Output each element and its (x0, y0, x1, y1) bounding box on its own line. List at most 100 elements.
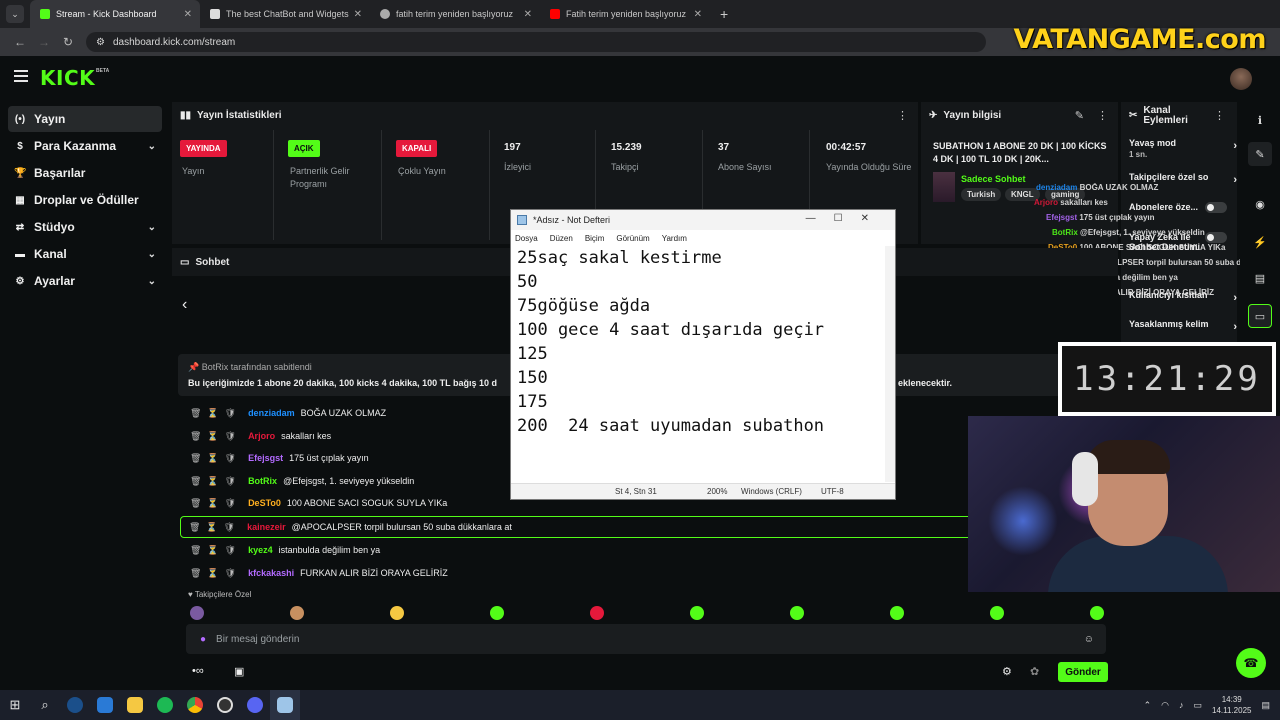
close-tab-icon[interactable]: ✕ (524, 9, 532, 20)
category-name[interactable]: Sadece Sohbet (961, 174, 1026, 184)
menu-item-dosya[interactable]: Dosya (515, 234, 538, 243)
chat-username[interactable]: DeSTo0 (248, 498, 281, 508)
chat-username[interactable]: Arjoro (248, 431, 275, 441)
steam-icon[interactable] (60, 690, 90, 720)
kick-logo[interactable]: KICK (40, 66, 95, 90)
action-banned-words[interactable]: Yasaklanmış kelim › (1129, 319, 1237, 333)
notepad-taskbar-icon[interactable] (270, 690, 300, 720)
battery-icon[interactable]: ▭ (1194, 700, 1203, 711)
emote-icon[interactable] (890, 606, 904, 620)
notification-icon[interactable]: ▤ (1261, 700, 1270, 711)
settings-icon[interactable]: ⚙ (1002, 665, 1012, 678)
action-slow-mode[interactable]: Yavaş mod 1 sn. › (1129, 138, 1237, 159)
taskbar-clock[interactable]: 14:39 14.11.2025 (1212, 694, 1251, 716)
browser-tab-3[interactable]: Fatih terim yeniden başlıyoruz ✕ (540, 0, 710, 28)
user-avatar[interactable] (1230, 68, 1252, 90)
message-tools[interactable]: 🗑⏳🛡 (190, 476, 242, 487)
close-tab-icon[interactable]: ✕ (354, 9, 362, 20)
message-tools[interactable]: 🗑⏳🛡 (190, 453, 242, 464)
extension-icon[interactable]: ✿ (1030, 665, 1039, 678)
emote-icon[interactable] (990, 606, 1004, 620)
sidebar-item-para-kazanma[interactable]: $ Para Kazanma ⌄ (8, 133, 162, 159)
close-tab-icon[interactable]: ✕ (184, 9, 192, 20)
message-tools[interactable]: 🗑⏳🛡 (189, 522, 241, 533)
menu-item-yardim[interactable]: Yardım (662, 234, 687, 243)
emoji-icon[interactable]: ☺ (1084, 634, 1094, 645)
edit-icon[interactable]: ✎ (1075, 109, 1084, 122)
info-icon[interactable]: ℹ (1248, 108, 1272, 132)
kicks-icon[interactable]: •∞ (192, 665, 204, 677)
support-chat-icon[interactable]: ☎ (1236, 648, 1266, 678)
wifi-icon[interactable]: ◠ (1161, 700, 1169, 711)
browser-tab-0[interactable]: Stream - Kick Dashboard ✕ (30, 0, 200, 28)
emote-icon[interactable] (790, 606, 804, 620)
record-icon[interactable]: ◉ (1248, 192, 1272, 216)
volume-icon[interactable]: ♪ (1179, 700, 1184, 710)
chat-username[interactable]: Efejsgst (248, 453, 283, 463)
chat-username[interactable]: BotRix (248, 476, 277, 486)
back-icon[interactable]: ← (8, 35, 32, 49)
reload-icon[interactable]: ↻ (56, 35, 80, 49)
microphone-icon[interactable]: ● (200, 634, 206, 645)
edit-icon[interactable]: ✎ (1248, 142, 1272, 166)
discord-icon[interactable] (240, 690, 270, 720)
emote-icon[interactable] (490, 606, 504, 620)
chevron-up-icon[interactable]: ⌃ (1144, 700, 1152, 711)
message-tools[interactable]: 🗑⏳🛡 (190, 498, 242, 509)
url-input[interactable]: ⚙ dashboard.kick.com/stream (86, 32, 986, 52)
more-options-icon[interactable]: ⋮ (1097, 109, 1108, 122)
chrome-icon[interactable] (180, 690, 210, 720)
spotify-icon[interactable] (150, 690, 180, 720)
windows-start-icon[interactable]: ⊞ (0, 690, 30, 720)
menu-item-duzen[interactable]: Düzen (550, 234, 573, 243)
search-icon[interactable]: ⌕ (30, 690, 60, 720)
more-options-icon[interactable]: ⋮ (897, 109, 908, 122)
store-app-icon[interactable] (90, 690, 120, 720)
emote-icon[interactable] (1090, 606, 1104, 620)
message-tools[interactable]: 🗑⏳🛡 (190, 408, 242, 419)
emote-icon[interactable] (690, 606, 704, 620)
message-tools[interactable]: 🗑⏳🛡 (190, 568, 242, 579)
window-controls[interactable]: —☐✕ (806, 213, 887, 224)
chat-username[interactable]: kfckakashi (248, 568, 294, 578)
chat-message-input[interactable]: ● Bir mesaj gönderin ☺ (186, 624, 1106, 654)
menu-item-bicim[interactable]: Biçim (585, 234, 605, 243)
site-info-icon[interactable]: ⚙ (96, 37, 105, 48)
emote-icon[interactable] (390, 606, 404, 620)
send-button[interactable]: Gönder (1058, 662, 1108, 682)
chat-username[interactable]: kyez4 (248, 545, 273, 555)
message-tools[interactable]: 🗑⏳🛡 (190, 431, 242, 442)
menu-item-gorunum[interactable]: Görünüm (616, 234, 649, 243)
new-tab-button[interactable]: + (720, 6, 728, 22)
emote-icon[interactable] (290, 606, 304, 620)
sidebar-item-ayarlar[interactable]: ⚙ Ayarlar ⌄ (8, 268, 162, 294)
sidebar-item-basarilar[interactable]: 🏆 Başarılar (8, 160, 162, 186)
emote-icon[interactable] (190, 606, 204, 620)
tab-list-icon[interactable]: ⌄ (6, 5, 24, 23)
chat-username[interactable]: denziadam (248, 408, 295, 418)
vertical-scrollbar[interactable] (885, 246, 895, 482)
emote-icon[interactable] (590, 606, 604, 620)
notepad-text-area[interactable]: 25saç sakal kestirme 50 75göğüse ağda 10… (517, 246, 883, 476)
notepad-titlebar[interactable]: *Adsız - Not Defteri —☐✕ (511, 210, 895, 230)
bolt-icon[interactable]: ⚡ (1248, 230, 1272, 254)
chevron-left-icon[interactable]: ‹ (182, 296, 187, 314)
close-tab-icon[interactable]: ✕ (694, 9, 702, 20)
sidebar-item-yayin[interactable]: (•) Yayın (8, 106, 162, 132)
message-tools[interactable]: 🗑⏳🛡 (190, 545, 242, 556)
sidebar-item-droplar[interactable]: ▦ Droplar ve Ödüller (8, 187, 162, 213)
more-options-icon[interactable]: ⋮ (1214, 109, 1225, 122)
document-icon[interactable]: ▤ (1248, 266, 1272, 290)
chat-icon[interactable]: ▭ (1248, 304, 1272, 328)
obs-icon[interactable] (210, 690, 240, 720)
sidebar-item-studyo[interactable]: ⇄ Stüdyo ⌄ (8, 214, 162, 240)
sidebar-item-kanal[interactable]: ▬ Kanal ⌄ (8, 241, 162, 267)
browser-tab-1[interactable]: The best ChatBot and Widgets ✕ (200, 0, 370, 28)
store-icon[interactable]: ▣ (234, 665, 244, 678)
menu-icon[interactable] (14, 70, 28, 85)
file-explorer-icon[interactable] (120, 690, 150, 720)
browser-tab-2[interactable]: fatih terim yeniden başlıyoruz ✕ (370, 0, 540, 28)
chat-username[interactable]: kainezeir (247, 522, 286, 532)
forward-icon[interactable]: → (32, 35, 56, 49)
stat-label: Çoklu Yayın (398, 166, 446, 176)
